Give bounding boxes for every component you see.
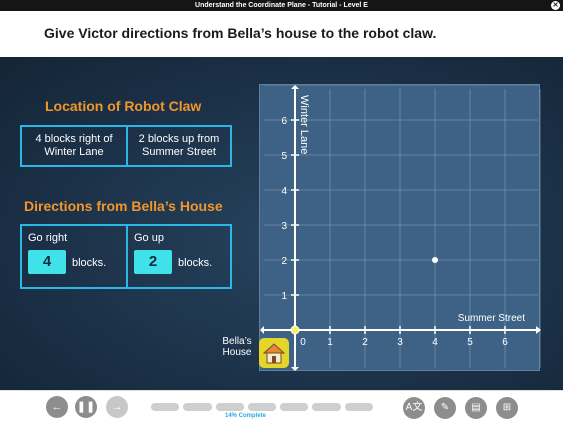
- back-button[interactable]: ←: [46, 396, 68, 418]
- progress-segment: [215, 403, 244, 411]
- house-icon: [259, 338, 289, 368]
- close-icon[interactable]: ✕: [551, 1, 560, 10]
- footer-bar: ← ❚❚ → 14% Complete A文 ✎ ▤ ⊞: [0, 390, 563, 425]
- window-title: Understand the Coordinate Plane - Tutori…: [195, 2, 368, 9]
- x-axis-label: Summer Street: [457, 313, 525, 324]
- progress-segment: [151, 403, 180, 411]
- forward-button[interactable]: →: [106, 396, 128, 418]
- origin-marker: [290, 325, 300, 335]
- question-header: Give Victor directions from Bella’s hous…: [0, 11, 563, 57]
- location-cell-y: 2 blocks up from Summer Street: [126, 127, 230, 165]
- pause-button[interactable]: ❚❚: [75, 396, 97, 418]
- go-right-unit: blocks.: [72, 257, 107, 269]
- go-right-label: Go right: [28, 232, 68, 244]
- progress-segment: [247, 403, 277, 411]
- title-bar: Understand the Coordinate Plane - Tutori…: [0, 0, 563, 11]
- y-axis-label: Winter Lane: [298, 95, 310, 155]
- go-up-label: Go up: [134, 232, 164, 244]
- x-tick-label: 5: [467, 337, 473, 348]
- pencil-icon[interactable]: ✎: [434, 397, 456, 419]
- house-label: Bella’s House: [222, 336, 252, 358]
- y-tick-label: 6: [281, 116, 287, 127]
- go-up-value[interactable]: 2: [134, 250, 172, 274]
- notepad-icon[interactable]: ▤: [465, 397, 487, 419]
- progress-bar: [151, 403, 377, 411]
- y-tick-label: 2: [281, 256, 287, 267]
- go-right-cell: Go right 4 blocks.: [22, 226, 126, 287]
- y-tick-label: 1: [281, 291, 287, 302]
- calculator-icon[interactable]: ⊞: [496, 397, 518, 419]
- directions-heading: Directions from Bella’s House: [24, 198, 223, 214]
- go-up-cell: Go up 2 blocks.: [126, 226, 230, 287]
- directions-panel: Go right 4 blocks. Go up 2 blocks.: [20, 224, 232, 289]
- go-right-value[interactable]: 4: [28, 250, 66, 274]
- x-tick-label: 2: [362, 337, 368, 348]
- progress-segment: [280, 403, 309, 411]
- x-tick-label: 4: [432, 337, 438, 348]
- location-heading: Location of Robot Claw: [45, 98, 202, 114]
- x-tick-label: 3: [397, 337, 403, 348]
- y-tick-label: 4: [281, 186, 287, 197]
- robot-claw-point[interactable]: [432, 257, 438, 263]
- progress-label: 14% Complete: [225, 413, 267, 419]
- glossary-icon[interactable]: A文: [403, 397, 425, 419]
- progress-segment: [312, 403, 341, 411]
- y-axis-arrow-down: [291, 367, 299, 371]
- x-axis-arrow-left: [260, 326, 264, 334]
- question-prompt: Give Victor directions from Bella’s hous…: [44, 25, 437, 41]
- go-up-unit: blocks.: [178, 257, 213, 269]
- x-tick-label: 0: [300, 337, 306, 348]
- coordinate-grid: 0 1 2 3 4 5 6 1 2 3 4 5 6 Winter Lane Summer Street: [259, 84, 541, 371]
- y-tick-label: 5: [281, 151, 287, 162]
- y-tick-label: 3: [281, 221, 287, 232]
- x-tick-label: 1: [327, 337, 333, 348]
- y-axis-arrow-up: [291, 85, 299, 89]
- progress-segment: [183, 403, 212, 411]
- plot-marks: [290, 257, 438, 335]
- x-tick-label: 6: [502, 337, 508, 348]
- progress-segment: [344, 403, 373, 411]
- location-panel: 4 blocks right of Winter Lane 2 blocks u…: [20, 125, 232, 167]
- location-cell-x: 4 blocks right of Winter Lane: [35, 133, 113, 158]
